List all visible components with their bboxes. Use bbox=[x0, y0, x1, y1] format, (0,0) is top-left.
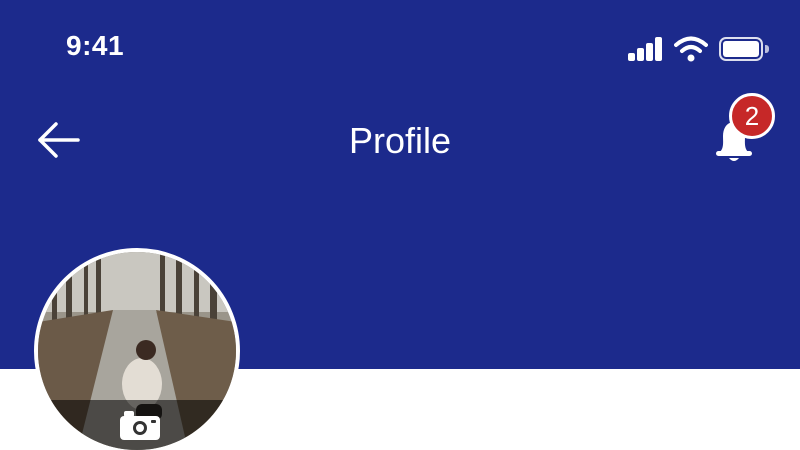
status-time: 9:41 bbox=[66, 30, 125, 61]
battery-icon bbox=[719, 37, 769, 61]
wifi-icon bbox=[674, 36, 708, 62]
profile-avatar[interactable] bbox=[34, 248, 240, 450]
notification-badge: 2 bbox=[729, 93, 775, 139]
cellular-signal-icon bbox=[628, 37, 664, 61]
page-title: Profile bbox=[348, 120, 452, 161]
camera-icon bbox=[120, 411, 160, 440]
